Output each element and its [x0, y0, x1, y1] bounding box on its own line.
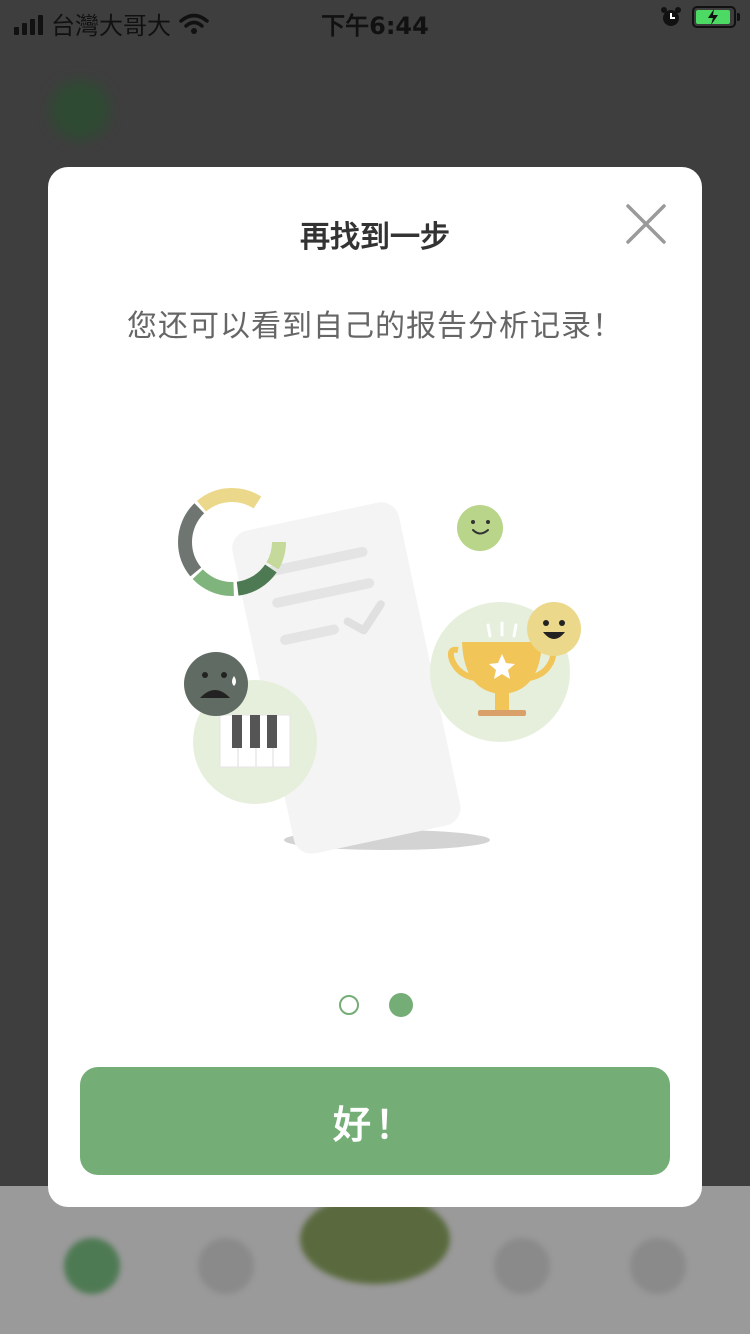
close-icon — [626, 204, 666, 244]
report-illustration — [178, 488, 581, 854]
happy-face-icon — [527, 602, 581, 656]
alarm-icon — [661, 7, 681, 26]
page-dot-1[interactable] — [339, 995, 359, 1015]
ok-button[interactable]: 好！ — [80, 1067, 670, 1175]
sad-face-icon — [184, 652, 248, 716]
dialog-subtitle: 您还可以看到自己的报告分析记录！ — [127, 309, 623, 344]
background-avatar — [50, 80, 110, 140]
pagination-dots — [0, 993, 750, 1019]
background-tab-icon — [494, 1238, 550, 1294]
background-tab-icon — [198, 1238, 254, 1294]
background-center-button — [300, 1194, 450, 1284]
status-time: 下午6:44 — [321, 12, 429, 40]
piano-icon — [219, 714, 291, 768]
background-tab-bar — [0, 1186, 750, 1334]
battery-charging-icon — [692, 6, 740, 28]
page-dot-2[interactable] — [389, 993, 413, 1017]
green-smiley-icon — [457, 505, 503, 551]
status-bar: 台灣大哥大 下午6:44 — [0, 0, 750, 40]
background-tab-icon — [64, 1238, 120, 1294]
close-button[interactable] — [622, 200, 670, 248]
background-tab-icon — [630, 1238, 686, 1294]
status-right — [660, 6, 740, 28]
report-document — [232, 502, 461, 854]
